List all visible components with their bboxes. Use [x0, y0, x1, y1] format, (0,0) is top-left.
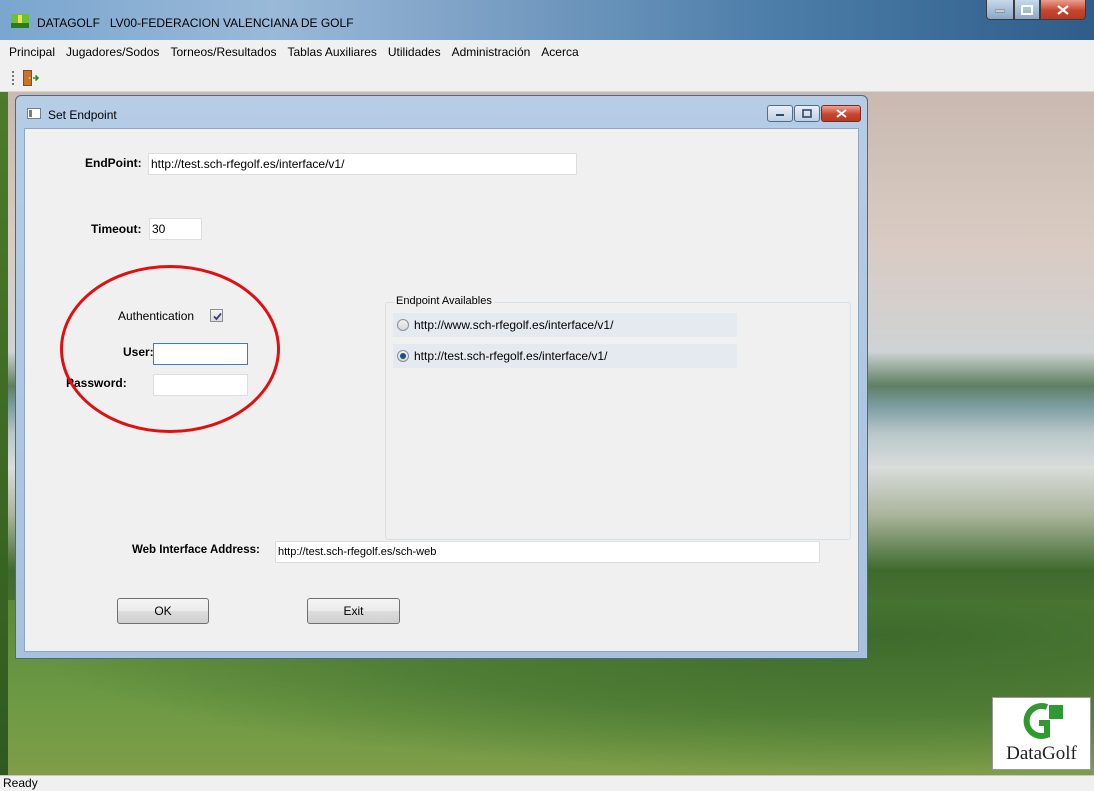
- endpoint-availables-title: Endpoint Availables: [394, 295, 494, 307]
- dialog-window-controls: [766, 105, 861, 122]
- logo-text: DataGolf: [1006, 743, 1077, 764]
- menu-bar: Principal Jugadores/Sodos Torneos/Result…: [0, 40, 1094, 64]
- dialog-close-button[interactable]: [821, 105, 861, 122]
- radio-button-test[interactable]: [397, 350, 409, 362]
- radio-button-www[interactable]: [397, 319, 409, 331]
- menu-principal[interactable]: Principal: [9, 45, 55, 59]
- endpoint-option-www-label: http://www.sch-rfegolf.es/interface/v1/: [414, 318, 614, 332]
- datagolf-logo: DataGolf: [992, 697, 1091, 770]
- endpoint-availables-group: [385, 302, 851, 540]
- window-icon: [27, 108, 41, 119]
- endpoint-option-test-label: http://test.sch-rfegolf.es/interface/v1/: [414, 349, 608, 363]
- minimize-icon: [776, 113, 784, 116]
- endpoint-input[interactable]: [148, 153, 577, 175]
- minimize-icon: [995, 9, 1005, 12]
- exit-door-icon: [23, 70, 39, 86]
- menu-jugadores[interactable]: Jugadores/Sodos: [66, 45, 159, 59]
- exit-button[interactable]: Exit: [307, 598, 400, 624]
- minimize-button[interactable]: [986, 0, 1014, 20]
- dialog-maximize-button[interactable]: [794, 105, 820, 122]
- main-window-controls: [986, 0, 1086, 21]
- menu-torneos[interactable]: Torneos/Resultados: [170, 45, 276, 59]
- datagolf-app-icon: [11, 14, 29, 28]
- endpoint-option-www[interactable]: http://www.sch-rfegolf.es/interface/v1/: [393, 313, 737, 337]
- close-button[interactable]: [1040, 0, 1086, 20]
- status-bar: Ready: [0, 775, 1094, 791]
- annotation-circle: [60, 265, 280, 433]
- maximize-button[interactable]: [1014, 0, 1040, 20]
- menu-administracion[interactable]: Administración: [452, 45, 531, 59]
- endpoint-option-test[interactable]: http://test.sch-rfegolf.es/interface/v1/: [393, 344, 737, 368]
- menu-tablas-auxiliares[interactable]: Tablas Auxiliares: [288, 45, 377, 59]
- main-window: DATAGOLF LV00-FEDERACION VALENCIANA DE G…: [0, 0, 1094, 791]
- close-icon: [1057, 4, 1069, 15]
- status-text: Ready: [3, 776, 38, 790]
- maximize-icon: [1021, 4, 1033, 15]
- mdi-left-edge: [0, 92, 8, 775]
- toolbar-exit-button[interactable]: [19, 68, 41, 88]
- endpoint-label: EndPoint:: [85, 156, 142, 170]
- ok-button[interactable]: OK: [117, 598, 209, 624]
- dialog-title: Set Endpoint: [48, 108, 117, 122]
- timeout-input[interactable]: [149, 218, 202, 240]
- dialog-minimize-button[interactable]: [767, 105, 793, 122]
- maximize-icon: [802, 109, 812, 118]
- main-titlebar[interactable]: DATAGOLF LV00-FEDERACION VALENCIANA DE G…: [0, 0, 1094, 40]
- toolbar: [0, 64, 1094, 92]
- menu-acerca[interactable]: Acerca: [541, 45, 578, 59]
- toolbar-grip[interactable]: [12, 71, 14, 85]
- timeout-label: Timeout:: [91, 222, 142, 236]
- main-title: DATAGOLF LV00-FEDERACION VALENCIANA DE G…: [37, 16, 354, 30]
- close-icon: [835, 109, 847, 118]
- datagolf-logo-mark: [1023, 703, 1063, 739]
- menu-utilidades[interactable]: Utilidades: [388, 45, 441, 59]
- web-interface-input[interactable]: [275, 541, 820, 563]
- web-interface-label: Web Interface Address:: [132, 544, 260, 556]
